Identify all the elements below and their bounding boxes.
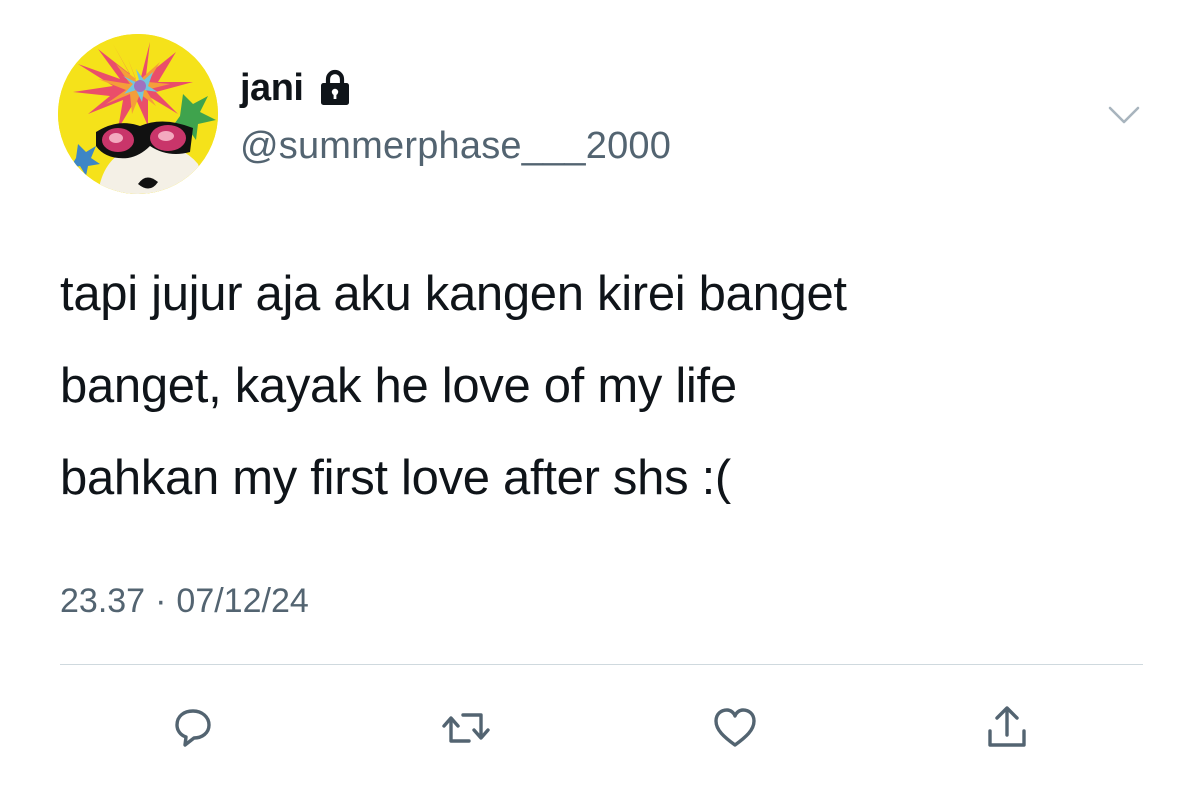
reply-icon bbox=[175, 709, 211, 747]
like-button[interactable] bbox=[707, 700, 763, 756]
timestamp[interactable]: 23.37 · 07/12/24 bbox=[60, 578, 309, 624]
chevron-down-icon[interactable] bbox=[1106, 100, 1142, 130]
avatar-image bbox=[58, 34, 218, 194]
reply-button[interactable] bbox=[164, 700, 220, 756]
tweet-text: tapi jujur aja aku kangen kirei banget b… bbox=[60, 267, 847, 505]
user-handle[interactable]: @summerphase___2000 bbox=[240, 124, 671, 168]
display-name[interactable]: jani bbox=[240, 66, 355, 110]
tweet: jani @summerphase___2000 tapi jujur aja … bbox=[0, 0, 1200, 793]
display-name-text: jani bbox=[240, 67, 304, 109]
lock-icon bbox=[321, 69, 350, 105]
share-icon bbox=[988, 706, 1026, 747]
divider bbox=[60, 664, 1143, 665]
tweet-date: 07/12/24 bbox=[176, 582, 309, 620]
action-bar bbox=[0, 700, 1200, 760]
timestamp-separator: · bbox=[155, 582, 167, 620]
avatar[interactable] bbox=[58, 34, 218, 194]
like-icon bbox=[714, 708, 756, 747]
share-button[interactable] bbox=[979, 700, 1035, 756]
tweet-time: 23.37 bbox=[60, 582, 146, 620]
retweet-button[interactable] bbox=[438, 700, 494, 756]
retweet-icon bbox=[442, 713, 490, 743]
